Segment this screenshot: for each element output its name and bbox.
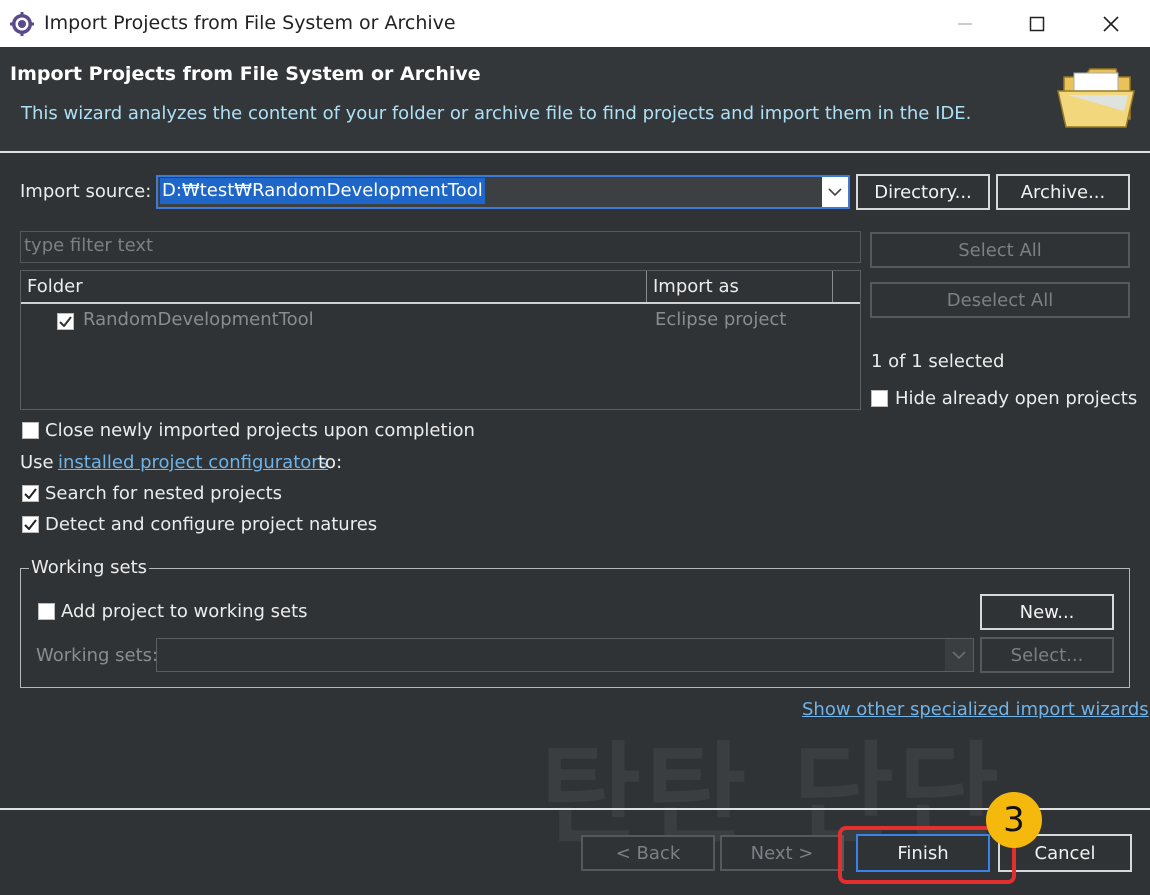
add-working-sets-label[interactable]: Add project to working sets	[61, 601, 308, 622]
eclipse-gear-icon	[10, 12, 34, 36]
next-button[interactable]: Next >	[720, 835, 844, 871]
row-import-as: Eclipse project	[655, 309, 787, 330]
import-source-label: Import source:	[20, 181, 152, 202]
use-suffix: to:	[318, 452, 343, 473]
nested-projects-checkbox[interactable]	[22, 485, 39, 502]
select-working-sets-button[interactable]: Select...	[980, 637, 1114, 673]
close-window-button[interactable]	[1076, 0, 1146, 47]
hide-open-label[interactable]: Hide already open projects	[895, 388, 1137, 409]
column-header-import-as[interactable]: Import as	[647, 271, 833, 303]
add-working-sets-checkbox[interactable]	[38, 603, 55, 620]
directory-button-label: Directory...	[874, 181, 972, 203]
working-sets-dropdown-arrow[interactable]	[945, 639, 973, 671]
checkmark-icon	[59, 316, 72, 327]
minimize-icon	[958, 22, 972, 25]
selected-count: 1 of 1 selected	[871, 351, 1005, 372]
checkmark-icon	[24, 519, 37, 530]
select-all-button[interactable]: Select All	[870, 232, 1130, 268]
maximize-button[interactable]	[1002, 0, 1072, 47]
banner-title: Import Projects from File System or Arch…	[10, 63, 481, 85]
banner-description: This wizard analyzes the content of your…	[21, 103, 972, 124]
configurators-link[interactable]: installed project configurators	[58, 452, 328, 473]
close-projects-label[interactable]: Close newly imported projects upon compl…	[45, 420, 475, 441]
hide-open-checkbox[interactable]	[871, 390, 888, 407]
working-sets-label: Working sets:	[36, 645, 159, 666]
directory-button[interactable]: Directory...	[856, 174, 990, 210]
step-badge: 3	[986, 792, 1042, 848]
combo-dropdown-arrow[interactable]	[822, 177, 848, 207]
deselect-all-label: Deselect All	[946, 289, 1054, 311]
cancel-label: Cancel	[1034, 842, 1096, 864]
minimize-button[interactable]	[930, 0, 1000, 47]
footer-divider	[0, 808, 1150, 810]
working-sets-combo[interactable]	[156, 638, 974, 672]
table-row[interactable]: RandomDevelopmentTool Eclipse project	[21, 305, 860, 335]
column-header-folder[interactable]: Folder	[21, 271, 647, 303]
back-label: < Back	[615, 842, 681, 864]
detect-natures-checkbox[interactable]	[22, 516, 39, 533]
select-button-label: Select...	[1010, 644, 1084, 666]
next-label: Next >	[750, 842, 814, 864]
projects-table[interactable]: Folder Import as RandomDevelopmentTool E…	[20, 270, 861, 410]
new-working-set-button[interactable]: New...	[980, 594, 1114, 630]
wizard-banner: Import Projects from File System or Arch…	[0, 47, 1150, 151]
banner-divider	[0, 151, 1150, 153]
checkmark-icon	[24, 488, 37, 499]
table-header-divider	[21, 302, 860, 304]
folder-open-icon	[1057, 68, 1135, 128]
new-button-label: New...	[1019, 601, 1075, 623]
archive-button[interactable]: Archive...	[996, 174, 1130, 210]
row-checkbox[interactable]	[57, 313, 74, 330]
detect-natures-label[interactable]: Detect and configure project natures	[45, 514, 377, 535]
close-projects-checkbox[interactable]	[22, 422, 39, 439]
window-titlebar: Import Projects from File System or Arch…	[0, 0, 1150, 47]
filter-placeholder: type filter text	[24, 235, 154, 256]
working-sets-title: Working sets	[29, 557, 150, 578]
filter-input[interactable]: type filter text	[20, 231, 861, 263]
window-title: Import Projects from File System or Arch…	[44, 12, 456, 34]
close-icon	[1103, 15, 1119, 32]
maximize-icon	[1029, 16, 1045, 31]
nested-projects-label[interactable]: Search for nested projects	[45, 483, 282, 504]
select-all-label: Select All	[958, 239, 1042, 261]
chevron-down-icon	[952, 651, 966, 660]
import-source-combo[interactable]: D:₩test₩RandomDevelopmentTool	[156, 175, 850, 209]
import-source-value[interactable]: D:₩test₩RandomDevelopmentTool	[160, 178, 485, 204]
step-number: 3	[1003, 800, 1025, 840]
archive-button-label: Archive...	[1020, 181, 1106, 203]
row-folder-name: RandomDevelopmentTool	[83, 309, 314, 330]
use-prefix: Use	[20, 452, 54, 473]
chevron-down-icon	[828, 188, 842, 197]
back-button[interactable]: < Back	[581, 835, 715, 871]
deselect-all-button[interactable]: Deselect All	[870, 282, 1130, 318]
